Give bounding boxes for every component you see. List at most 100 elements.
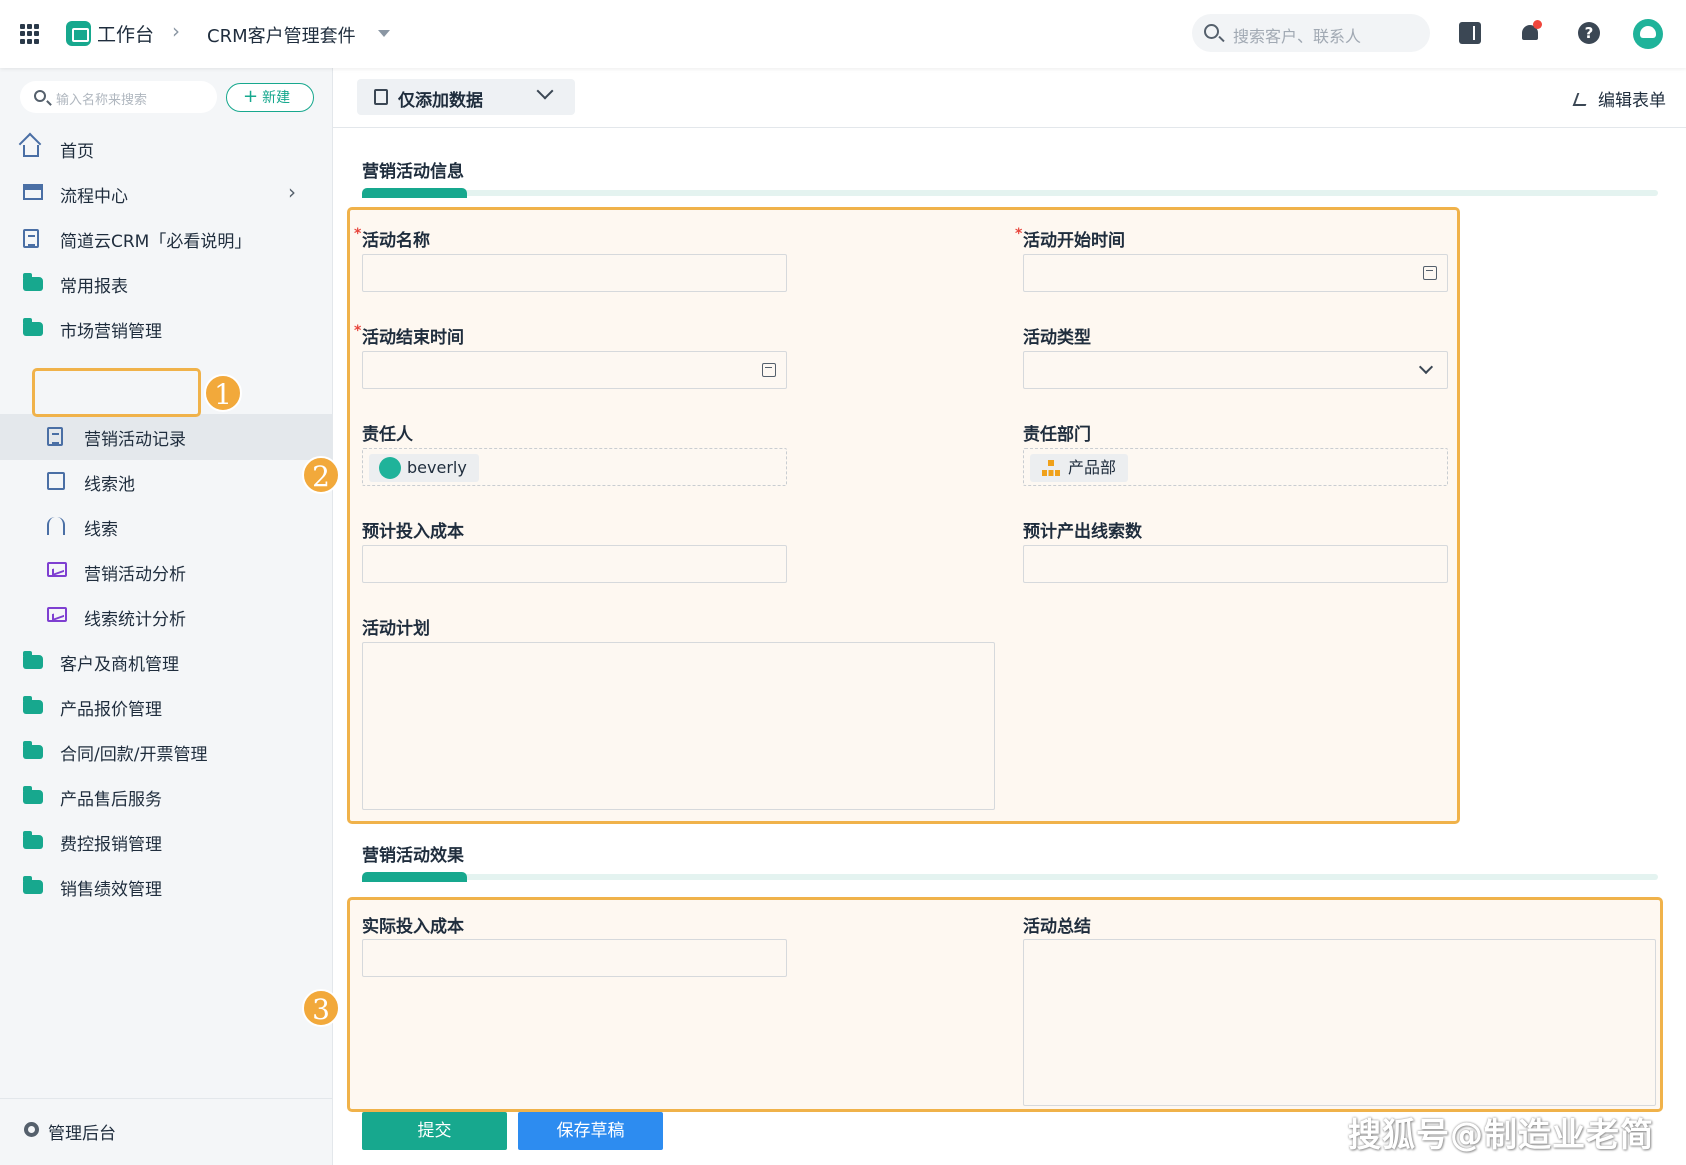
address-book-icon[interactable] [1459,22,1481,44]
chevron-down-icon [536,82,554,100]
view-mode-label: 仅添加数据 [398,91,483,111]
actual-cost-input[interactable] [362,939,787,977]
sidebar-item-label: 线索 [84,520,118,540]
sidebar-item-label: 线索统计分析 [84,610,186,630]
folder-icon [23,831,43,849]
sidebar-item-after-sales[interactable]: 产品售后服务 [0,774,333,820]
label-owner: 责任人 [362,425,413,445]
sidebar-search-input[interactable]: 输入名称来搜索 [20,81,217,113]
department-field[interactable]: 产品部 [1023,448,1448,486]
view-mode-select[interactable]: 仅添加数据 [357,79,575,115]
required-mark: * [1015,226,1023,242]
app-grid-icon[interactable] [20,24,40,44]
end-time-input[interactable] [362,351,787,389]
caret-down-icon[interactable] [378,30,390,37]
folder-icon [23,651,43,669]
label-text: 活动结束时间 [362,328,464,348]
admin-backend-link[interactable]: 管理后台 [0,1098,333,1165]
label-end-time: * 活动结束时间 [354,323,464,348]
step-marker-3: 3 [302,989,340,1027]
label-expected-leads: 预计产出线索数 [1023,522,1142,542]
sidebar-item-leads[interactable]: 线索 [0,504,333,550]
owner-chip[interactable]: beverly [369,454,479,482]
sidebar-item-customer-opportunity[interactable]: 客户及商机管理 [0,639,333,685]
label-department: 责任部门 [1023,425,1091,445]
sidebar-item-marketing-records[interactable]: 营销活动记录 [0,414,333,460]
start-time-input[interactable] [1023,254,1448,292]
sidebar-item-label: 线索池 [84,475,135,495]
calendar-icon [1423,266,1437,280]
sidebar-item-marketing-management[interactable]: 市场营销管理 [0,306,333,352]
sidebar-item-label: 合同/回款/开票管理 [60,745,208,765]
sidebar-item-common-reports[interactable]: 常用报表 [0,261,333,307]
breadcrumb-app[interactable]: CRM客户管理套件 [207,22,356,48]
sidebar-item-label: 首页 [60,142,94,162]
sidebar-item-lead-statistics[interactable]: 线索统计分析 [0,594,333,640]
global-search-input[interactable]: 搜索客户、联系人 [1192,14,1430,52]
sidebar-item-marketing-analysis[interactable]: 营销活动分析 [0,549,333,595]
section-divider [362,872,1658,882]
activity-plan-textarea[interactable] [362,642,995,810]
org-chart-icon [1042,460,1060,476]
expected-leads-input[interactable] [1023,545,1448,583]
section-title-effect: 营销活动效果 [362,846,464,866]
activity-name-input[interactable] [362,254,787,292]
sidebar-item-process-center[interactable]: 流程中心 › [0,171,333,217]
search-icon [1204,24,1219,39]
top-bar: 工作台 › CRM客户管理套件 搜索客户、联系人 ? [0,0,1686,68]
save-draft-button[interactable]: 保存草稿 [518,1112,663,1150]
sidebar-item-crm-guide[interactable]: 简道云CRM「必看说明」 [0,216,333,262]
notification-bell-icon[interactable] [1519,20,1542,44]
planned-cost-input[interactable] [362,545,787,583]
chevron-right-icon: › [172,19,180,43]
label-activity-type: 活动类型 [1023,328,1091,348]
sidebar-item-label: 营销活动分析 [84,565,186,585]
sidebar-item-lead-pool[interactable]: 线索池 [0,459,333,505]
document-icon [47,427,63,446]
help-icon[interactable]: ? [1578,22,1600,44]
watermark: 搜狐号@制造业老简 [1348,1115,1654,1154]
sidebar-item-label: 产品报价管理 [60,700,162,720]
label-text: 活动名称 [362,231,430,251]
activity-type-select[interactable] [1023,351,1448,389]
sidebar-item-label: 费控报销管理 [60,835,162,855]
sidebar-item-expense[interactable]: 费控报销管理 [0,819,333,865]
document-icon [23,229,39,248]
edit-form-label: 编辑表单 [1598,91,1666,111]
sidebar-item-label: 产品售后服务 [60,790,162,810]
activity-summary-textarea[interactable] [1023,939,1656,1106]
edit-form-button[interactable]: 编辑表单 [1572,86,1666,111]
user-avatar[interactable] [1633,19,1663,49]
sidebar-item-quotation[interactable]: 产品报价管理 [0,684,333,730]
workbench-logo-icon [66,21,91,46]
chevron-right-icon: › [288,180,296,204]
submit-button[interactable]: 提交 [362,1112,507,1150]
calendar-icon [762,363,776,377]
step-marker-1: 1 [204,374,242,412]
label-actual-cost: 实际投入成本 [362,917,464,937]
sidebar-item-contract[interactable]: 合同/回款/开票管理 [0,729,333,775]
folder-icon [23,876,43,894]
chevron-down-icon [1418,359,1434,375]
folder-icon [23,786,43,804]
sidebar-item-label: 销售绩效管理 [60,880,162,900]
flow-icon [23,184,43,200]
route-icon [47,517,65,535]
section-title-info: 营销活动信息 [362,162,464,182]
owner-value: beverly [407,458,467,477]
admin-label: 管理后台 [48,1124,116,1144]
lead-pool-icon [47,472,65,490]
pencil-icon [1572,93,1591,106]
owner-field[interactable]: beverly [362,448,787,486]
sidebar-item-home[interactable]: 首页 [0,126,333,172]
workbench-title[interactable]: 工作台 [97,20,154,47]
new-button[interactable]: + 新建 [226,83,314,112]
sidebar-item-sales-performance[interactable]: 销售绩效管理 [0,864,333,910]
home-icon [23,145,39,157]
department-chip[interactable]: 产品部 [1030,454,1129,482]
section-divider [362,188,1658,198]
notification-dot [1533,20,1542,29]
label-text: 活动开始时间 [1023,231,1125,251]
document-icon [374,89,388,105]
required-mark: * [354,226,362,242]
